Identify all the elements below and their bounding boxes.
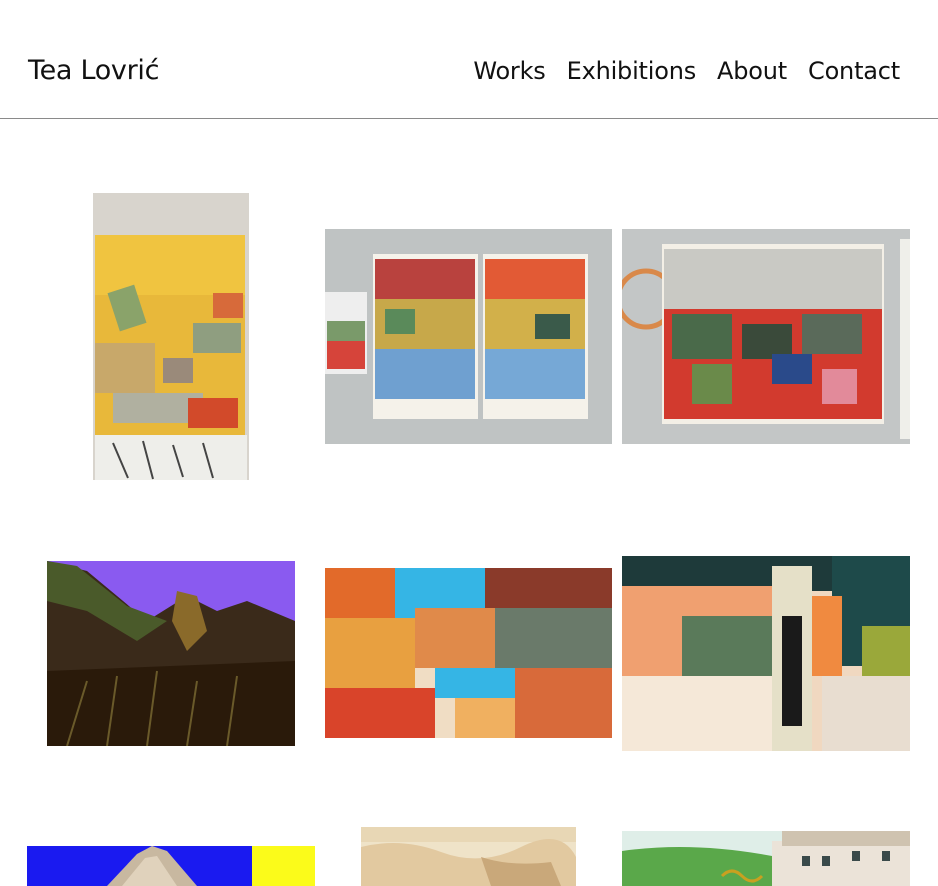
artwork-thumbnail-6[interactable] bbox=[622, 556, 910, 751]
artwork-thumbnail-2[interactable] bbox=[325, 229, 612, 444]
artwork-thumbnail-8[interactable] bbox=[361, 827, 576, 886]
artwork-thumbnail-3[interactable] bbox=[622, 229, 910, 444]
site-header: Tea Lovrić Works Exhibitions About Conta… bbox=[0, 0, 938, 119]
artwork-thumbnail-9[interactable] bbox=[622, 831, 910, 886]
header-divider bbox=[0, 118, 938, 119]
thumbnail-overlay bbox=[622, 752, 910, 796]
main-nav: Works Exhibitions About Contact bbox=[473, 57, 900, 85]
artwork-thumbnail-7[interactable] bbox=[27, 846, 315, 886]
site-title[interactable]: Tea Lovrić bbox=[28, 55, 159, 86]
thumbnail-overlay bbox=[325, 748, 612, 796]
thumbnail-overlay bbox=[325, 444, 612, 480]
nav-contact[interactable]: Contact bbox=[808, 57, 900, 85]
artwork-thumbnail-1[interactable] bbox=[93, 193, 249, 480]
nav-works[interactable]: Works bbox=[473, 57, 545, 85]
nav-about[interactable]: About bbox=[717, 57, 787, 85]
thumbnail-overlay bbox=[622, 444, 910, 480]
thumbnail-overlay bbox=[177, 748, 313, 796]
artwork-thumbnail-5[interactable] bbox=[325, 568, 612, 738]
artwork-thumbnail-4[interactable] bbox=[47, 561, 295, 746]
nav-exhibitions[interactable]: Exhibitions bbox=[567, 57, 697, 85]
